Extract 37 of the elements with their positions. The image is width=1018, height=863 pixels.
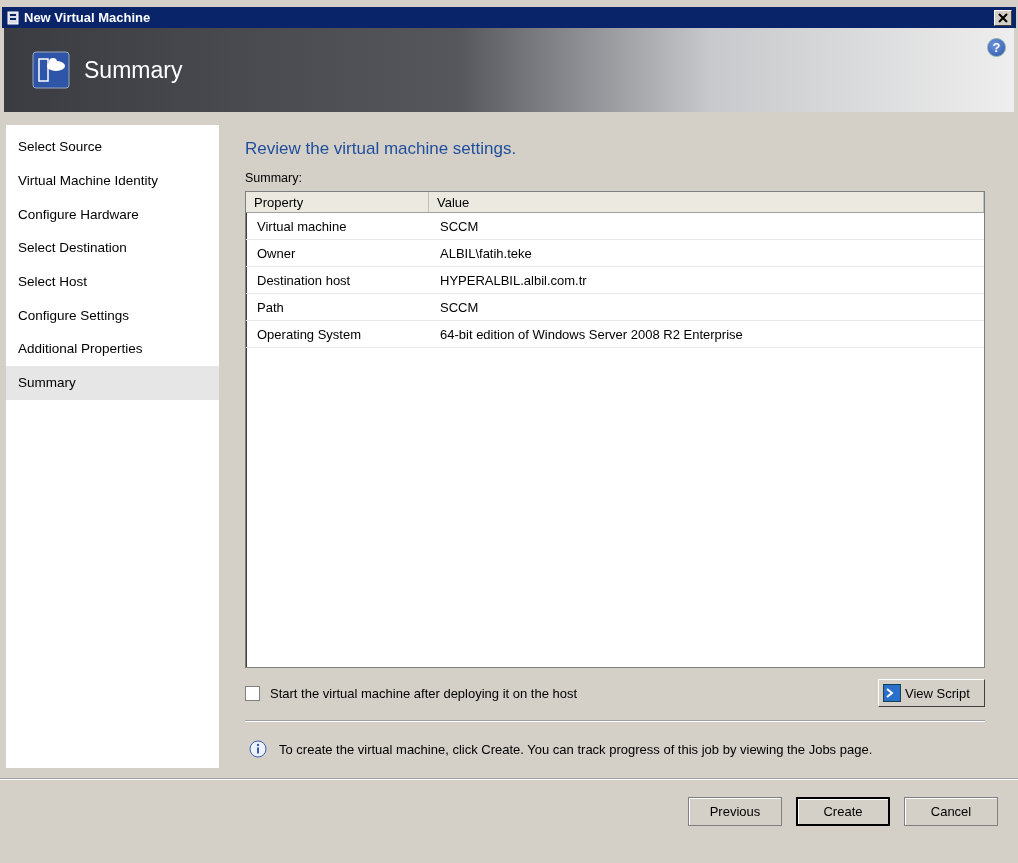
window-icon [6,10,20,25]
table-cell-text: Virtual machine [256,217,348,236]
dialog-button[interactable]: Cancel [904,797,998,826]
server-cloud-icon [32,51,70,89]
section-heading: Review the virtual machine settings. [245,139,518,159]
sidebar-item[interactable]: Select Source [6,130,219,164]
table-cell-text: Path [256,298,285,317]
column-header[interactable]: Property [246,192,429,212]
window-title: New Virtual Machine [24,10,152,25]
table-cell-text: SCCM [439,217,480,236]
sidebar-item[interactable]: Summary [6,365,219,400]
info-text: To create the virtual machine, click Create. You can track progress of this job by viewing the Jobs page. [279,741,873,757]
checkbox-label: Start the virtual machine after deploying it on the host [270,685,579,701]
sidebar-item[interactable]: Configure Settings [6,298,219,333]
table-cell-text: SCCM [439,298,480,317]
sidebar-item[interactable]: Virtual Machine Identity [6,163,219,198]
table-label: Summary: [245,171,303,185]
script-prompt-icon [883,684,901,702]
table-cell-text: Operating System [256,325,363,344]
table-cell-text: HYPERALBIL.albil.com.tr [439,271,588,290]
close-button[interactable] [994,9,1012,26]
table-cell-text: Owner [256,244,297,263]
table-cell-text: ALBIL\fatih.teke [439,244,533,263]
checkbox[interactable] [245,685,260,701]
dialog-button[interactable]: Create [796,797,890,826]
column-header[interactable]: Value [429,192,984,212]
table-cell-text: Destination host [256,271,352,290]
info-icon [249,740,267,758]
table-cell-text: 64-bit edition of Windows Server 2008 R2 Enterprise [439,325,744,344]
help-button[interactable]: ? [987,38,1006,57]
view-script-button[interactable]: View Script [878,679,985,707]
sidebar-item[interactable]: Additional Properties [6,332,219,366]
sidebar-item[interactable]: Select Host [6,264,219,299]
dialog-button[interactable]: Previous [688,797,782,826]
page-title: Summary [84,56,183,84]
sidebar-item[interactable]: Configure Hardware [6,197,219,232]
sidebar-item[interactable]: Select Destination [6,231,219,265]
